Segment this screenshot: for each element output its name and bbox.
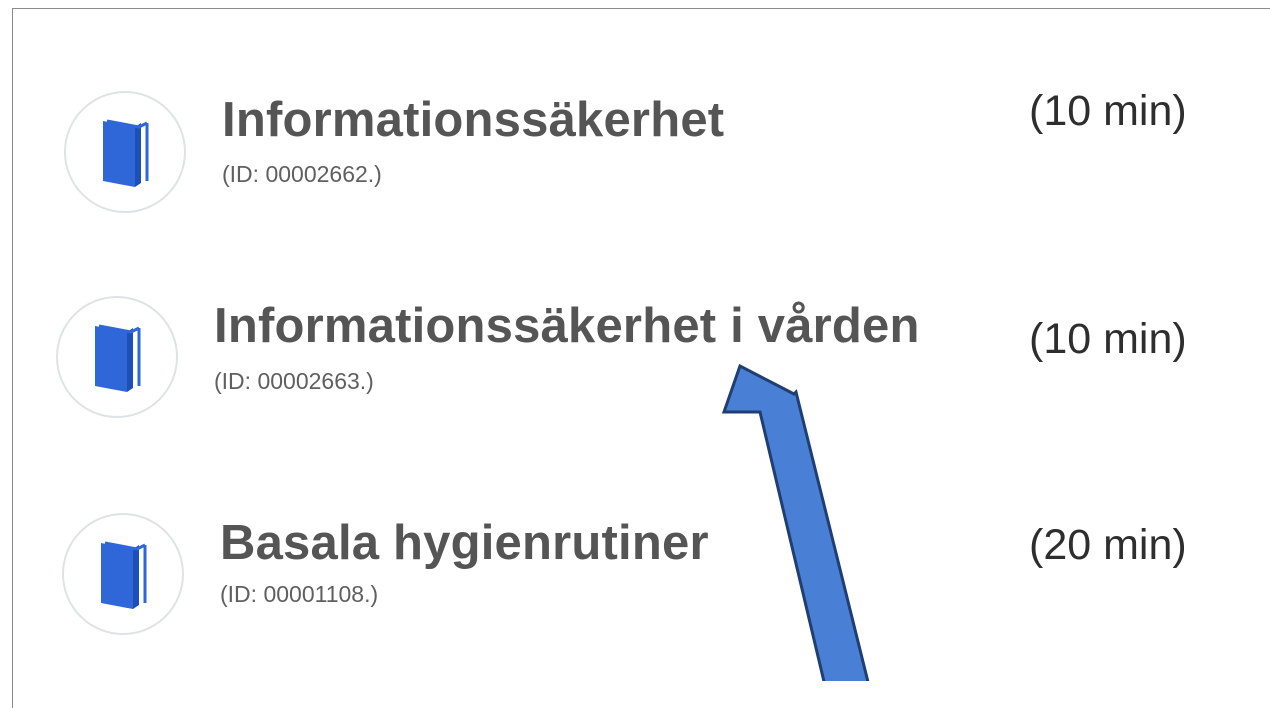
annotation-arrow-icon bbox=[721, 363, 870, 681]
